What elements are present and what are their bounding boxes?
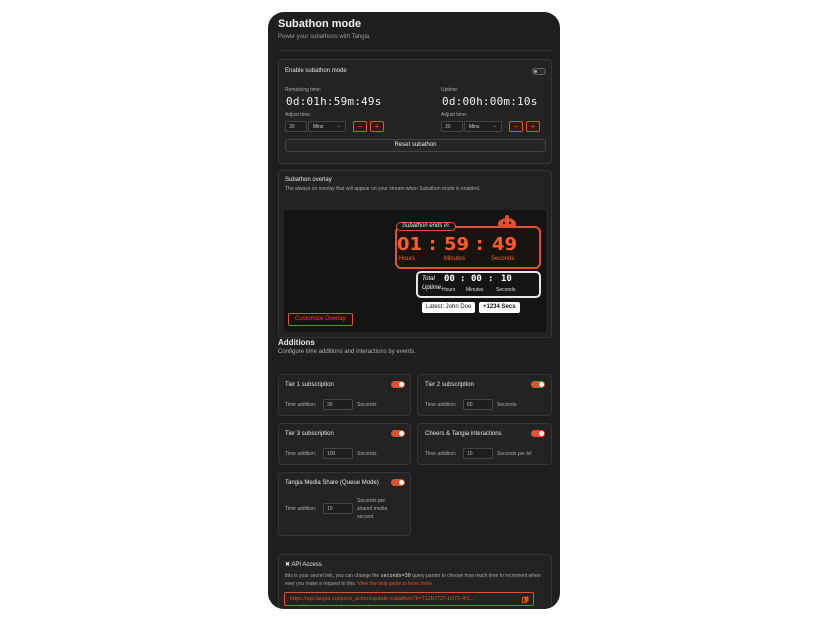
latest-contributor-chip: Latest: John Doe [422, 302, 476, 313]
addition-toggle[interactable] [391, 479, 405, 486]
uptime-minutes-label: Minutes [466, 287, 484, 293]
time-addition-input[interactable]: 10 [463, 448, 493, 459]
uptime-colon: : [488, 274, 494, 284]
countdown-minutes: 59 [444, 234, 470, 255]
enable-subathon-toggle[interactable] [532, 68, 546, 75]
addition-toggle[interactable] [391, 381, 405, 388]
uptime-adjust-label: Adjust time: [441, 112, 468, 118]
subathon-settings-card: Enable subathon mode Remaining time: 0d:… [278, 59, 552, 164]
addition-name: Tier 1 subscription [285, 382, 334, 388]
time-addition-label: Time addition: [285, 506, 317, 512]
addition-name: Tangia Media Share (Queue Mode) [285, 480, 379, 486]
countdown-minutes-label: Minutes [444, 256, 466, 262]
uptime-unit-value: Mins [469, 124, 480, 130]
addition-card-tier-3: Tier 3 subscription Time addition: 100 S… [278, 423, 411, 465]
time-addition-label: Time addition: [425, 451, 457, 457]
api-param: seconds=30 [380, 573, 411, 579]
countdown-hours: 01 [397, 234, 423, 255]
customize-overlay-button[interactable]: Customize Overlay [288, 313, 353, 326]
api-url: https://api.tangia.co/quick_action/updat… [290, 596, 475, 602]
addition-card-tier-2: Tier 2 subscription Time addition: 60 Se… [417, 374, 552, 416]
divider [278, 50, 552, 51]
uptime-unit-select[interactable]: Mins ⌄ [464, 121, 502, 132]
countdown-hours-label: Hours [399, 256, 416, 262]
copy-icon[interactable] [522, 596, 529, 603]
help-guide-link[interactable]: View the help guide to learn more. [358, 581, 434, 587]
overlay-description: The always on overlay that will appear o… [285, 186, 481, 192]
time-addition-unit: Seconds [357, 402, 377, 408]
uptime-minutes: 00 [471, 274, 482, 284]
addition-toggle[interactable] [531, 430, 545, 437]
uptime-adjust-input[interactable]: 30 [441, 121, 463, 132]
time-addition-input[interactable]: 60 [463, 399, 493, 410]
time-addition-input[interactable]: 100 [323, 448, 353, 459]
added-time-chip: +1234 Secs [479, 302, 520, 313]
additions-title: Additions [278, 338, 315, 347]
time-addition-input[interactable]: 30 [323, 399, 353, 410]
remaining-time-value: 0d:01h:59m:49s [286, 95, 382, 108]
time-addition-unit: Seconds [497, 402, 517, 408]
close-icon: ✖ [285, 562, 291, 568]
uptime-label: Uptime: [441, 87, 459, 93]
remaining-unit-value: Mins [313, 124, 324, 130]
reset-subathon-button[interactable]: Reset subathon [285, 139, 546, 152]
subathon-ends-label: Subathon ends in: [396, 222, 457, 231]
page-subtitle: Power your subathons with Tangia [278, 34, 370, 40]
addition-toggle[interactable] [391, 430, 405, 437]
countdown-colon: : [429, 234, 437, 255]
addition-name: Tier 2 subscription [425, 382, 474, 388]
uptime-value: 0d:00h:00m:10s [442, 95, 538, 108]
api-url-field[interactable]: https://api.tangia.co/quick_action/updat… [284, 592, 534, 606]
countdown-colon: : [476, 234, 484, 255]
uptime-hours: 00 [444, 274, 455, 284]
time-addition-label: Time addition: [285, 402, 317, 408]
uptime-seconds: 10 [501, 274, 512, 284]
time-addition-label: Time addition: [285, 451, 317, 457]
uptime-colon: : [460, 274, 466, 284]
overlay-title: Subathon overlay [285, 177, 332, 183]
time-addition-unit: Seconds per bit [497, 451, 532, 457]
uptime-hours-label: Hours [442, 287, 456, 293]
api-title-text: API Access [291, 562, 322, 568]
remaining-time-label: Remaining time: [285, 87, 322, 93]
api-access-title: ✖ API Access [285, 561, 322, 568]
uptime-seconds-label: Seconds [496, 287, 516, 293]
uptime-plus-button[interactable]: + [526, 121, 540, 132]
additions-subtitle: Configure time additions and interaction… [278, 349, 416, 355]
page-title: Subathon mode [278, 18, 362, 30]
addition-name: Tier 3 subscription [285, 431, 334, 437]
chevron-down-icon: ⌄ [492, 123, 497, 129]
addition-card-cheers: Cheers & Tangia interactions Time additi… [417, 423, 552, 465]
api-desc-part-1: this is your secret link, you can change… [285, 573, 380, 579]
countdown-seconds-label: Seconds [491, 256, 515, 262]
time-addition-unit: Seconds per shared media second [357, 498, 388, 520]
countdown-seconds: 49 [492, 234, 518, 255]
addition-name: Cheers & Tangia interactions [425, 431, 502, 437]
overlay-preview: Subathon ends in: 01 : 59 : 49 Hours Min… [284, 210, 546, 332]
subathon-panel: Subathon mode Power your subathons with … [268, 12, 560, 609]
time-addition-unit: Seconds [357, 451, 377, 457]
addition-toggle[interactable] [531, 381, 545, 388]
remaining-unit-select[interactable]: Mins ⌄ [308, 121, 346, 132]
time-addition-label: Time addition: [425, 402, 457, 408]
chevron-down-icon: ⌄ [336, 123, 341, 129]
remaining-plus-button[interactable]: + [370, 121, 384, 132]
uptime-minus-button[interactable]: − [509, 121, 523, 132]
remaining-adjust-input[interactable]: 30 [285, 121, 307, 132]
addition-card-tier-1: Tier 1 subscription Time addition: 30 Se… [278, 374, 411, 416]
addition-card-media-share: Tangia Media Share (Queue Mode) Time add… [278, 472, 411, 536]
time-addition-input[interactable]: 10 [323, 503, 353, 514]
api-description: this is your secret link, you can change… [285, 572, 543, 588]
remaining-adjust-label: Adjust time: [285, 112, 312, 118]
enable-subathon-label: Enable subathon mode [285, 68, 347, 74]
remaining-minus-button[interactable]: − [353, 121, 367, 132]
